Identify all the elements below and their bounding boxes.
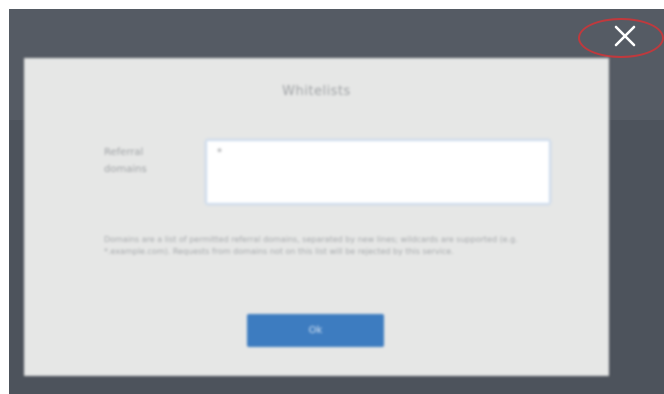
referral-domains-label: Referral domains: [104, 147, 147, 175]
whitelists-dialog: Whitelists Referral domains * Domains ar…: [24, 58, 609, 376]
close-icon: [614, 25, 636, 47]
help-text: Domains are a list of permitted referral…: [104, 235, 518, 256]
close-button[interactable]: [598, 16, 652, 56]
dialog-title: Whitelists: [282, 84, 351, 99]
referral-domains-input[interactable]: *: [206, 140, 550, 204]
ok-button[interactable]: Ok: [247, 314, 384, 347]
